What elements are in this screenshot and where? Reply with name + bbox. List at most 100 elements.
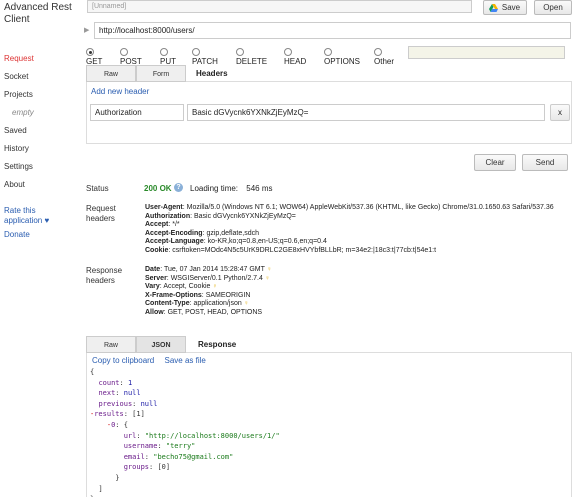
method-get-radio[interactable]: GET [86,48,102,66]
donate-link[interactable]: Donate [4,230,30,239]
status-row: Status 200 OK ? Loading time: 546 ms [86,183,572,196]
json-key: previous [98,399,133,408]
other-method-input[interactable] [408,46,565,59]
sidebar-item-request[interactable]: Request [4,54,34,72]
header-value-input[interactable]: Basic dGVycnk6YXNkZjEyMzQ= [187,104,545,121]
json-key: url [123,431,137,440]
open-button[interactable]: Open [534,0,572,15]
method-other-radio[interactable]: Other [374,48,394,66]
json-line: email: "becho75@gmail.com" [123,452,234,461]
hint-icon[interactable]: ♀ [244,300,249,307]
loading-time: Loading time: 546 ms [190,184,273,193]
hint-icon[interactable]: ♀ [267,266,272,273]
json-line: { [90,367,280,378]
radio-dot [192,48,200,56]
tab-response-raw[interactable]: Raw [86,336,136,353]
sidebar: Advanced Rest Client Request Socket Proj… [0,0,78,497]
add-header-link[interactable]: Add new header [91,87,149,96]
request-headers-section: Request headers User-Agent: Mozilla/5.0 … [86,204,572,260]
json-key: username [123,442,158,451]
method-head-radio[interactable]: HEAD [284,48,306,66]
sidebar-item-history[interactable]: History [4,144,34,162]
json-line: url: "http://localhost:8000/users/1/" [123,431,280,440]
header-name-input[interactable]: Authorization [90,104,184,121]
json-line: } [90,473,280,484]
request-tabs: Raw Form Headers [86,65,572,82]
json-value: "terry" [165,442,196,451]
loading-time-value: 546 ms [246,184,273,193]
url-row: ▶ http://localhost:8000/users/ [81,22,571,39]
send-button[interactable]: Send [522,154,568,171]
response-tabs: Raw JSON Response [86,336,572,353]
top-bar: [Unnamed] Save Open [85,0,572,15]
status-label: Status [86,184,109,193]
loading-time-label: Loading time: [190,184,239,193]
sidebar-item-about[interactable]: About [4,180,34,198]
response-header-line: Content-Type: application/json ♀ [145,300,249,307]
json-value: { [123,420,128,429]
json-value: [1] [132,410,145,419]
request-headers-label: Request headers [86,204,116,223]
main-panel: [Unnamed] Save Open ▶ http://localhost:8… [78,0,572,497]
method-post-radio[interactable]: POST [120,48,142,66]
headers-panel: Add new header Authorization Basic dGVyc… [86,82,572,144]
response-header-line: Vary: Accept, Cookie ♀ [145,283,218,290]
method-options-radio[interactable]: OPTIONS [324,48,360,66]
status-code: 200 OK [144,184,172,193]
radio-dot [160,48,168,56]
sidebar-item-projects[interactable]: Projects [4,90,34,108]
drive-icon [489,4,498,12]
method-put-radio[interactable]: PUT [160,48,176,66]
json-bracket: { [90,368,95,376]
clear-button[interactable]: Clear [474,154,516,171]
response-headers-section: Response headers Date: Tue, 07 Jan 2014 … [86,266,572,322]
response-header-line: X-Frame-Options: SAMEORIGIN [145,291,251,299]
save-as-file-link[interactable]: Save as file [165,356,206,365]
save-button[interactable]: Save [483,0,527,15]
tab-raw[interactable]: Raw [86,65,136,82]
json-value: 1 [127,378,133,387]
project-name-input[interactable]: [Unnamed] [87,0,472,13]
json-line: ] [90,484,280,495]
app-title: Advanced Rest Client [4,2,72,25]
json-bracket: ] [98,484,103,493]
radio-dot [120,48,128,56]
sidebar-item-settings[interactable]: Settings [4,162,34,180]
json-value: "http://localhost:8000/users/1/" [144,431,280,440]
request-header-line: Authorization: Basic dGVycnk6YXNkZjEyMzQ… [145,212,296,220]
url-input[interactable]: http://localhost:8000/users/ [94,22,571,39]
response-panel: Copy to clipboard Save as file { count: … [86,353,572,497]
json-line: count: 1 [98,378,133,387]
tab-form[interactable]: Form [136,65,186,82]
json-value: "becho75@gmail.com" [153,452,234,461]
response-header-line: Date: Tue, 07 Jan 2014 15:28:47 GMT ♀ [145,266,272,273]
tab-headers[interactable]: Headers [196,65,228,82]
tab-response-json[interactable]: JSON [136,336,186,353]
sidebar-item-socket[interactable]: Socket [4,72,34,90]
hint-icon[interactable]: ♀ [212,283,217,290]
radio-dot [86,48,94,56]
json-line: previous: null [98,399,158,408]
hint-icon[interactable]: ♀ [265,275,270,282]
tab-response[interactable]: Response [198,336,236,353]
response-header-line: Server: WSGIServer/0.1 Python/2.7.4 ♀ [145,274,271,282]
response-links: Copy to clipboard Save as file [92,356,214,365]
radio-dot [374,48,382,56]
request-header-line: Accept-Encoding: gzip,deflate,sdch [145,229,259,237]
method-patch-radio[interactable]: PATCH [192,48,218,66]
json-key: next [98,389,116,398]
remove-header-button[interactable]: x [550,104,570,121]
json-key: groups [123,463,150,472]
method-delete-radio[interactable]: DELETE [236,48,267,66]
json-key: results [94,410,124,419]
expand-arrow-icon[interactable]: ▶ [84,26,89,34]
info-icon[interactable]: ? [174,183,183,192]
rate-app-link[interactable]: Rate this application ♥ [4,206,64,226]
json-value: null [140,399,158,408]
copy-to-clipboard-link[interactable]: Copy to clipboard [92,356,154,365]
json-line: groups: [0] [123,463,171,472]
request-header-line: Cookie: csrftoken=MOdc4N5c5UrK9DRLC2GE8x… [145,246,437,254]
sidebar-item-saved[interactable]: Saved [4,126,34,144]
radio-dot [324,48,332,56]
radio-dot [236,48,244,56]
